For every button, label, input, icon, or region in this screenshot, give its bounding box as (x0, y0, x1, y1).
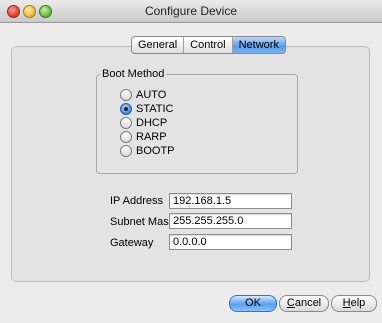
cancel-mnemonic: C (286, 297, 295, 309)
radio-option-static[interactable]: STATIC (120, 102, 173, 116)
window-title: Configure Device (144, 4, 238, 18)
ip-address-field[interactable]: 192.168.1.5 (169, 193, 292, 209)
subnet-mask-label: Subnet Mask (110, 216, 175, 228)
tab-general[interactable]: General (132, 37, 185, 53)
tab-network[interactable]: Network (232, 37, 285, 53)
title-bar: Configure Device (0, 0, 382, 23)
radio-label-bootp: BOOTP (136, 145, 175, 157)
ok-button[interactable]: OK (229, 295, 277, 312)
ip-address-label: IP Address (110, 195, 163, 207)
help-label-rest: elp (350, 297, 366, 309)
radio-button-dhcp[interactable] (120, 117, 132, 129)
radio-label-dhcp: DHCP (136, 117, 168, 129)
tab-control[interactable]: Control (184, 37, 233, 53)
gateway-field[interactable]: 0.0.0.0 (169, 234, 292, 250)
boot-method-label: Boot Method (100, 68, 167, 80)
radio-option-auto[interactable]: AUTO (120, 88, 166, 102)
tab-bar: General Control Network (131, 36, 286, 54)
radio-label-auto: AUTO (136, 89, 167, 101)
cancel-label-rest: ancel (294, 297, 322, 309)
radio-option-dhcp[interactable]: DHCP (120, 116, 167, 130)
radio-button-static[interactable] (120, 103, 132, 115)
radio-label-static: STATIC (136, 103, 174, 115)
radio-button-bootp[interactable] (120, 145, 132, 157)
radio-label-rarp: RARP (136, 131, 167, 143)
radio-button-rarp[interactable] (120, 131, 132, 143)
subnet-mask-field[interactable]: 255.255.255.0 (169, 213, 292, 229)
help-button[interactable]: Help (331, 295, 377, 312)
radio-option-rarp[interactable]: RARP (120, 130, 167, 144)
help-mnemonic: H (342, 297, 351, 309)
radio-button-auto[interactable] (120, 89, 132, 101)
cancel-button[interactable]: Cancel (279, 295, 329, 312)
radio-option-bootp[interactable]: BOOTP (120, 144, 175, 158)
gateway-label: Gateway (110, 237, 154, 249)
